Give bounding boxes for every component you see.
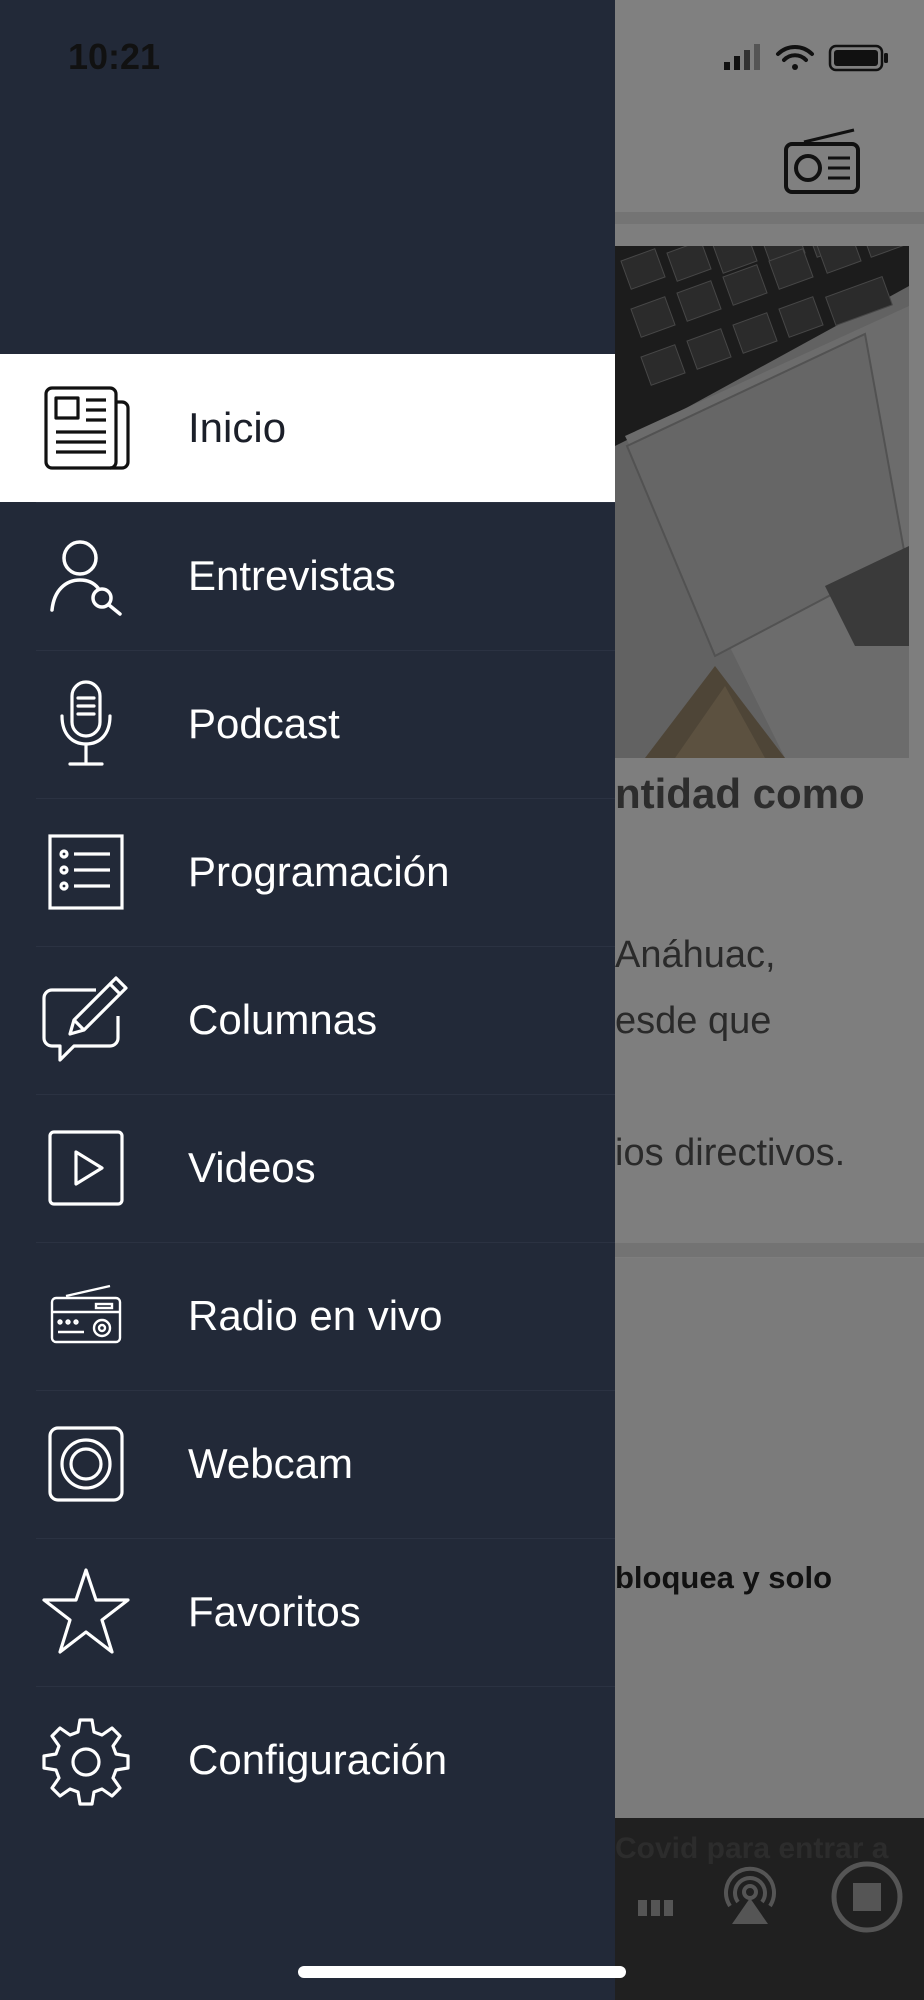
article-line: Anáhuac, [615,934,776,976]
menu-item-label: Radio en vivo [188,1292,443,1339]
navigation-drawer: 10:21 Inicio Entrevistas Podcast Program… [0,0,615,2000]
user-search-icon [38,528,134,624]
more-icon[interactable] [636,1890,676,1920]
article-image[interactable] [615,246,909,758]
radio-icon [38,1268,134,1364]
news-card[interactable] [615,1258,924,1818]
list-icon [38,824,134,920]
menu-item-label: Videos [188,1144,316,1191]
radio-icon[interactable] [782,128,862,196]
wifi-icon [776,44,814,70]
background-header-divider [615,212,924,224]
menu-item-label: Webcam [188,1440,353,1487]
menu-item-entrevistas[interactable]: Entrevistas [0,502,615,650]
menu-item-label: Entrevistas [188,552,396,599]
menu-item-inicio[interactable]: Inicio [0,354,615,502]
menu-item-label: Podcast [188,700,340,747]
newspaper-icon [38,380,134,476]
stop-icon[interactable] [830,1860,904,1934]
article-line: esde que [615,1000,772,1042]
home-indicator[interactable] [298,1966,626,1978]
status-time: 10:21 [68,36,161,77]
menu-item-programacion[interactable]: Programación [0,798,615,946]
menu-item-configuracion[interactable]: Configuración [0,1686,615,1834]
menu-item-favoritos[interactable]: Favoritos [0,1538,615,1686]
menu-item-columnas[interactable]: Columnas [0,946,615,1094]
battery-icon [828,44,888,72]
gear-icon [38,1712,134,1808]
microphone-icon [38,676,134,772]
star-icon [38,1564,134,1660]
menu-item-videos[interactable]: Videos [0,1094,615,1242]
menu-item-label: Programación [188,848,450,895]
menu-item-label: Columnas [188,996,378,1043]
play-icon [38,1120,134,1216]
menu-item-webcam[interactable]: Webcam [0,1390,615,1538]
article-title[interactable]: ntidad como [615,770,865,818]
status-bar-icons [724,44,888,72]
card-separator [615,1243,924,1257]
news-card-title[interactable]: bloquea y solo [615,1560,832,1596]
airplay-icon[interactable] [718,1862,782,1926]
menu-item-radio-en-vivo[interactable]: Radio en vivo [0,1242,615,1390]
menu-item-label: Favoritos [188,1588,361,1635]
webcam-icon [38,1416,134,1512]
article-excerpt: Anáhuac, esde que ios directivos. [615,922,845,1186]
menu-item-podcast[interactable]: Podcast [0,650,615,798]
drawer-menu: Inicio Entrevistas Podcast Programación … [0,354,615,1834]
signal-icon [724,44,760,70]
menu-item-label: Configuración [188,1736,448,1783]
article-line: ios directivos. [615,1132,846,1174]
article-line [615,1054,845,1120]
pencil-chat-icon [38,972,134,1068]
menu-item-label: Inicio [188,404,287,451]
